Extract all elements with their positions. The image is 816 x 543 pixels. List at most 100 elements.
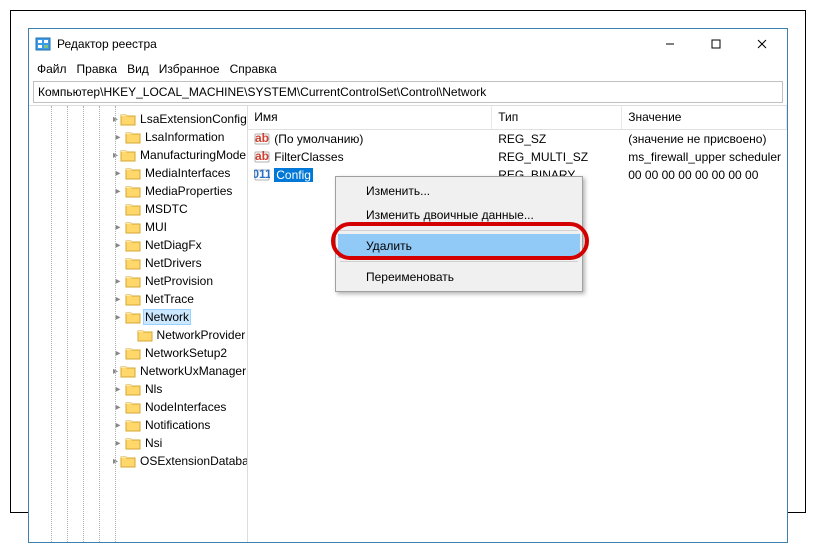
chevron-right-icon[interactable]: ▸ [113, 384, 123, 395]
address-bar[interactable]: Компьютер\HKEY_LOCAL_MACHINE\SYSTEM\Curr… [33, 81, 783, 103]
tree-item[interactable]: ▸ MediaProperties [29, 182, 247, 200]
tree-item-label: LsaInformation [143, 130, 226, 144]
folder-icon [120, 454, 136, 468]
maximize-button[interactable] [693, 29, 739, 59]
folder-icon [125, 436, 141, 450]
chevron-right-icon[interactable]: ▸ [113, 150, 118, 161]
ctx-delete[interactable]: Удалить [338, 234, 580, 258]
chevron-right-icon[interactable]: ▸ [113, 294, 123, 305]
chevron-right-icon[interactable]: ▸ [113, 456, 118, 467]
tree-item[interactable]: ▸ MediaInterfaces [29, 164, 247, 182]
value-name: Config [274, 168, 313, 182]
menu-edit[interactable]: Правка [77, 62, 118, 76]
binary-value-icon: 011 [254, 167, 270, 183]
tree-item[interactable]: ▸NetDrivers [29, 254, 247, 272]
tree-item[interactable]: ▸ ManufacturingMode [29, 146, 247, 164]
chevron-right-icon[interactable]: ▸ [113, 222, 123, 233]
values-pane[interactable]: Имя Тип Значение ab(По умолчанию)REG_SZ(… [248, 106, 787, 542]
tree-pane[interactable]: ▸ LsaExtensionConfig ▸ LsaInformation ▸ Manuf… [29, 106, 248, 542]
folder-icon [125, 382, 141, 396]
tree-item-label: MediaInterfaces [143, 166, 232, 180]
folder-icon [125, 346, 141, 360]
chevron-right-icon[interactable]: ▸ [113, 420, 123, 431]
folder-icon [125, 202, 141, 216]
svg-text:011: 011 [254, 167, 270, 181]
address-text: Компьютер\HKEY_LOCAL_MACHINE\SYSTEM\Curr… [38, 85, 486, 99]
tree-item[interactable]: ▸NetworkUxManager [29, 362, 247, 380]
tree-item-label: OSExtensionDatabase [138, 454, 248, 468]
string-value-icon: ab [254, 131, 270, 147]
ctx-modify-binary[interactable]: Изменить двоичные данные... [338, 203, 580, 227]
titlebar[interactable]: Редактор реестра [29, 29, 787, 59]
chevron-right-icon[interactable]: ▸ [113, 114, 118, 125]
tree-item[interactable]: ▸ LsaExtensionConfig [29, 110, 247, 128]
tree-item[interactable]: ▸MSDTC [29, 200, 247, 218]
col-header-type[interactable]: Тип [492, 106, 622, 129]
chevron-right-icon[interactable]: ▸ [113, 366, 118, 377]
tree-item-label: Notifications [143, 418, 212, 432]
folder-icon [125, 418, 141, 432]
value-row[interactable]: ab(По умолчанию)REG_SZ(значение не присв… [248, 130, 787, 148]
tree-item[interactable]: ▸NetTrace [29, 290, 247, 308]
tree-item-label: NetDrivers [143, 256, 204, 270]
tree-item[interactable]: ▸ OSExtensionDatabase [29, 452, 247, 470]
tree-item-label: Nsi [143, 436, 164, 450]
tree-item[interactable]: ▸NetDiagFx [29, 236, 247, 254]
tree-item[interactable]: ▸ NetworkSetup2 [29, 344, 247, 362]
chevron-right-icon[interactable]: ▸ [113, 132, 123, 143]
tree-item[interactable]: ▸ Network [29, 308, 247, 326]
ctx-rename[interactable]: Переименовать [338, 265, 580, 289]
col-header-value[interactable]: Значение [622, 106, 787, 129]
tree-item-label: LsaExtensionConfig [138, 112, 248, 126]
tree-item-label: NetworkSetup2 [143, 346, 229, 360]
chevron-right-icon[interactable]: ▸ [113, 186, 123, 197]
folder-icon [125, 166, 141, 180]
folder-icon [120, 148, 136, 162]
chevron-right-icon[interactable]: ▸ [113, 312, 123, 323]
minimize-button[interactable] [647, 29, 693, 59]
chevron-right-icon[interactable]: ▸ [113, 348, 123, 359]
tree-item[interactable]: ▸NodeInterfaces [29, 398, 247, 416]
value-type: REG_SZ [492, 132, 622, 146]
tree-item-label: Nls [143, 382, 164, 396]
menu-favorites[interactable]: Избранное [159, 62, 220, 76]
string-value-icon: ab [254, 149, 270, 165]
menu-view[interactable]: Вид [127, 62, 149, 76]
col-header-name[interactable]: Имя [248, 106, 492, 129]
chevron-right-icon[interactable]: ▸ [113, 276, 123, 287]
tree-item[interactable]: ▸ Nsi [29, 434, 247, 452]
tree-item[interactable]: ▸ Notifications [29, 416, 247, 434]
regedit-icon [35, 36, 51, 52]
tree-item[interactable]: ▸MUI [29, 218, 247, 236]
chevron-right-icon[interactable]: ▸ [113, 168, 123, 179]
tree-item-label: ManufacturingMode [138, 148, 248, 162]
folder-icon [125, 274, 141, 288]
value-row[interactable]: abFilterClassesREG_MULTI_SZms_firewall_u… [248, 148, 787, 166]
context-menu: Изменить... Изменить двоичные данные... … [335, 176, 583, 292]
window-title: Редактор реестра [57, 37, 647, 51]
svg-text:ab: ab [255, 131, 269, 145]
folder-icon [125, 292, 141, 306]
chevron-right-icon[interactable]: ▸ [113, 438, 123, 449]
tree-item[interactable]: ▸ LsaInformation [29, 128, 247, 146]
menu-file[interactable]: Файл [37, 62, 67, 76]
ctx-modify[interactable]: Изменить... [338, 179, 580, 203]
folder-icon [137, 328, 153, 342]
tree-item[interactable]: ▸ Nls [29, 380, 247, 398]
ctx-separator [340, 261, 578, 262]
tree-item-label: MSDTC [143, 202, 190, 216]
folder-icon [125, 184, 141, 198]
tree-item-label: Network [143, 309, 191, 325]
chevron-right-icon[interactable]: ▸ [113, 240, 123, 251]
menu-help[interactable]: Справка [230, 62, 277, 76]
folder-icon [120, 364, 136, 378]
tree-item[interactable]: ▸NetworkProvider [29, 326, 247, 344]
close-button[interactable] [739, 29, 785, 59]
ctx-separator [340, 230, 578, 231]
tree-item[interactable]: ▸ NetProvision [29, 272, 247, 290]
tree-item-label: MediaProperties [143, 184, 234, 198]
tree-item-label: NetProvision [143, 274, 215, 288]
folder-icon [125, 400, 141, 414]
chevron-right-icon[interactable]: ▸ [113, 402, 123, 413]
menubar: Файл Правка Вид Избранное Справка [29, 59, 787, 79]
